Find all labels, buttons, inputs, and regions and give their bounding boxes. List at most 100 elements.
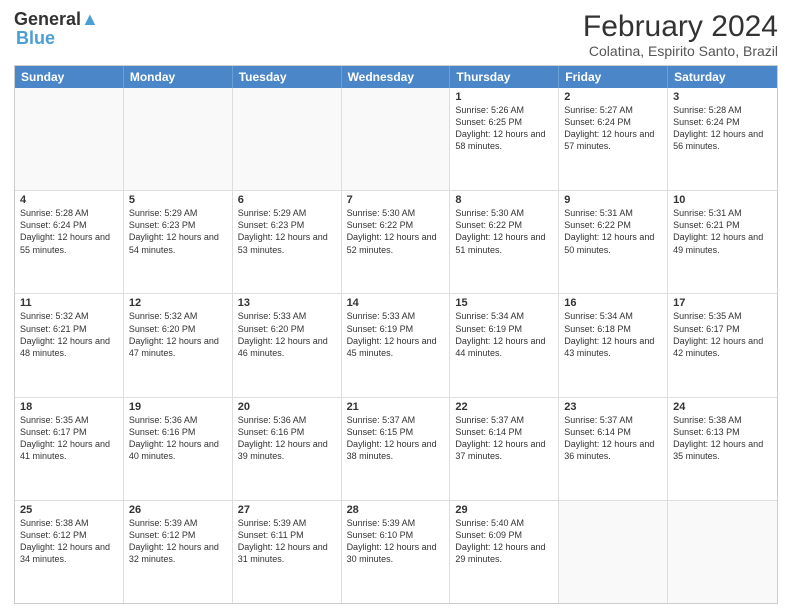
day-info: Sunrise: 5:31 AM Sunset: 6:22 PM Dayligh…	[564, 207, 662, 256]
day-info: Sunrise: 5:28 AM Sunset: 6:24 PM Dayligh…	[673, 104, 772, 153]
calendar-body: 1Sunrise: 5:26 AM Sunset: 6:25 PM Daylig…	[15, 88, 777, 603]
day-info: Sunrise: 5:37 AM Sunset: 6:14 PM Dayligh…	[564, 414, 662, 463]
day-info: Sunrise: 5:33 AM Sunset: 6:20 PM Dayligh…	[238, 310, 336, 359]
calendar-cell: 4Sunrise: 5:28 AM Sunset: 6:24 PM Daylig…	[15, 191, 124, 293]
day-number: 23	[564, 401, 662, 413]
calendar-cell: 17Sunrise: 5:35 AM Sunset: 6:17 PM Dayli…	[668, 294, 777, 396]
calendar-cell	[15, 88, 124, 190]
calendar-cell: 29Sunrise: 5:40 AM Sunset: 6:09 PM Dayli…	[450, 501, 559, 603]
calendar-cell: 5Sunrise: 5:29 AM Sunset: 6:23 PM Daylig…	[124, 191, 233, 293]
day-number: 26	[129, 504, 227, 516]
subtitle: Colatina, Espirito Santo, Brazil	[583, 43, 778, 59]
day-number: 15	[455, 297, 553, 309]
day-info: Sunrise: 5:38 AM Sunset: 6:12 PM Dayligh…	[20, 517, 118, 566]
calendar-cell: 6Sunrise: 5:29 AM Sunset: 6:23 PM Daylig…	[233, 191, 342, 293]
calendar-cell: 8Sunrise: 5:30 AM Sunset: 6:22 PM Daylig…	[450, 191, 559, 293]
calendar-cell: 2Sunrise: 5:27 AM Sunset: 6:24 PM Daylig…	[559, 88, 668, 190]
day-header-monday: Monday	[124, 66, 233, 88]
day-header-tuesday: Tuesday	[233, 66, 342, 88]
day-number: 6	[238, 194, 336, 206]
day-number: 7	[347, 194, 445, 206]
calendar-cell: 16Sunrise: 5:34 AM Sunset: 6:18 PM Dayli…	[559, 294, 668, 396]
calendar-row-1: 4Sunrise: 5:28 AM Sunset: 6:24 PM Daylig…	[15, 190, 777, 293]
day-number: 21	[347, 401, 445, 413]
day-info: Sunrise: 5:39 AM Sunset: 6:11 PM Dayligh…	[238, 517, 336, 566]
calendar-row-3: 18Sunrise: 5:35 AM Sunset: 6:17 PM Dayli…	[15, 397, 777, 500]
day-info: Sunrise: 5:33 AM Sunset: 6:19 PM Dayligh…	[347, 310, 445, 359]
day-info: Sunrise: 5:28 AM Sunset: 6:24 PM Dayligh…	[20, 207, 118, 256]
day-number: 12	[129, 297, 227, 309]
calendar-cell: 27Sunrise: 5:39 AM Sunset: 6:11 PM Dayli…	[233, 501, 342, 603]
logo: General▲ Blue	[14, 10, 99, 49]
day-number: 3	[673, 91, 772, 103]
calendar-row-4: 25Sunrise: 5:38 AM Sunset: 6:12 PM Dayli…	[15, 500, 777, 603]
day-number: 19	[129, 401, 227, 413]
calendar-cell: 3Sunrise: 5:28 AM Sunset: 6:24 PM Daylig…	[668, 88, 777, 190]
calendar-cell: 13Sunrise: 5:33 AM Sunset: 6:20 PM Dayli…	[233, 294, 342, 396]
calendar-cell: 18Sunrise: 5:35 AM Sunset: 6:17 PM Dayli…	[15, 398, 124, 500]
calendar-cell	[342, 88, 451, 190]
calendar-row-0: 1Sunrise: 5:26 AM Sunset: 6:25 PM Daylig…	[15, 88, 777, 190]
day-info: Sunrise: 5:30 AM Sunset: 6:22 PM Dayligh…	[455, 207, 553, 256]
calendar-header: SundayMondayTuesdayWednesdayThursdayFrid…	[15, 66, 777, 88]
calendar-cell: 22Sunrise: 5:37 AM Sunset: 6:14 PM Dayli…	[450, 398, 559, 500]
calendar-cell: 11Sunrise: 5:32 AM Sunset: 6:21 PM Dayli…	[15, 294, 124, 396]
calendar-cell: 15Sunrise: 5:34 AM Sunset: 6:19 PM Dayli…	[450, 294, 559, 396]
day-number: 1	[455, 91, 553, 103]
title-block: February 2024 Colatina, Espirito Santo, …	[583, 10, 778, 59]
day-info: Sunrise: 5:34 AM Sunset: 6:19 PM Dayligh…	[455, 310, 553, 359]
day-number: 13	[238, 297, 336, 309]
calendar-cell: 10Sunrise: 5:31 AM Sunset: 6:21 PM Dayli…	[668, 191, 777, 293]
day-number: 17	[673, 297, 772, 309]
day-number: 5	[129, 194, 227, 206]
logo-blue: Blue	[16, 28, 55, 49]
day-info: Sunrise: 5:34 AM Sunset: 6:18 PM Dayligh…	[564, 310, 662, 359]
day-info: Sunrise: 5:36 AM Sunset: 6:16 PM Dayligh…	[129, 414, 227, 463]
calendar-cell: 20Sunrise: 5:36 AM Sunset: 6:16 PM Dayli…	[233, 398, 342, 500]
calendar-cell: 25Sunrise: 5:38 AM Sunset: 6:12 PM Dayli…	[15, 501, 124, 603]
day-number: 14	[347, 297, 445, 309]
day-info: Sunrise: 5:40 AM Sunset: 6:09 PM Dayligh…	[455, 517, 553, 566]
day-number: 22	[455, 401, 553, 413]
calendar-cell: 1Sunrise: 5:26 AM Sunset: 6:25 PM Daylig…	[450, 88, 559, 190]
calendar-cell: 19Sunrise: 5:36 AM Sunset: 6:16 PM Dayli…	[124, 398, 233, 500]
calendar: SundayMondayTuesdayWednesdayThursdayFrid…	[14, 65, 778, 604]
calendar-cell	[668, 501, 777, 603]
calendar-cell	[233, 88, 342, 190]
day-info: Sunrise: 5:31 AM Sunset: 6:21 PM Dayligh…	[673, 207, 772, 256]
day-info: Sunrise: 5:37 AM Sunset: 6:14 PM Dayligh…	[455, 414, 553, 463]
day-info: Sunrise: 5:37 AM Sunset: 6:15 PM Dayligh…	[347, 414, 445, 463]
day-number: 11	[20, 297, 118, 309]
day-header-wednesday: Wednesday	[342, 66, 451, 88]
calendar-cell: 26Sunrise: 5:39 AM Sunset: 6:12 PM Dayli…	[124, 501, 233, 603]
day-info: Sunrise: 5:32 AM Sunset: 6:20 PM Dayligh…	[129, 310, 227, 359]
day-number: 8	[455, 194, 553, 206]
day-number: 29	[455, 504, 553, 516]
calendar-cell: 9Sunrise: 5:31 AM Sunset: 6:22 PM Daylig…	[559, 191, 668, 293]
day-number: 16	[564, 297, 662, 309]
day-number: 27	[238, 504, 336, 516]
day-number: 10	[673, 194, 772, 206]
day-number: 25	[20, 504, 118, 516]
day-info: Sunrise: 5:29 AM Sunset: 6:23 PM Dayligh…	[129, 207, 227, 256]
day-number: 9	[564, 194, 662, 206]
calendar-cell: 28Sunrise: 5:39 AM Sunset: 6:10 PM Dayli…	[342, 501, 451, 603]
day-info: Sunrise: 5:39 AM Sunset: 6:10 PM Dayligh…	[347, 517, 445, 566]
day-info: Sunrise: 5:35 AM Sunset: 6:17 PM Dayligh…	[20, 414, 118, 463]
calendar-cell: 12Sunrise: 5:32 AM Sunset: 6:20 PM Dayli…	[124, 294, 233, 396]
calendar-cell: 21Sunrise: 5:37 AM Sunset: 6:15 PM Dayli…	[342, 398, 451, 500]
day-number: 4	[20, 194, 118, 206]
day-number: 28	[347, 504, 445, 516]
day-number: 20	[238, 401, 336, 413]
main-title: February 2024	[583, 10, 778, 43]
day-header-friday: Friday	[559, 66, 668, 88]
day-info: Sunrise: 5:32 AM Sunset: 6:21 PM Dayligh…	[20, 310, 118, 359]
day-info: Sunrise: 5:30 AM Sunset: 6:22 PM Dayligh…	[347, 207, 445, 256]
day-header-sunday: Sunday	[15, 66, 124, 88]
day-info: Sunrise: 5:38 AM Sunset: 6:13 PM Dayligh…	[673, 414, 772, 463]
page-header: General▲ Blue February 2024 Colatina, Es…	[14, 10, 778, 59]
day-info: Sunrise: 5:39 AM Sunset: 6:12 PM Dayligh…	[129, 517, 227, 566]
day-number: 18	[20, 401, 118, 413]
calendar-cell	[559, 501, 668, 603]
calendar-cell: 23Sunrise: 5:37 AM Sunset: 6:14 PM Dayli…	[559, 398, 668, 500]
